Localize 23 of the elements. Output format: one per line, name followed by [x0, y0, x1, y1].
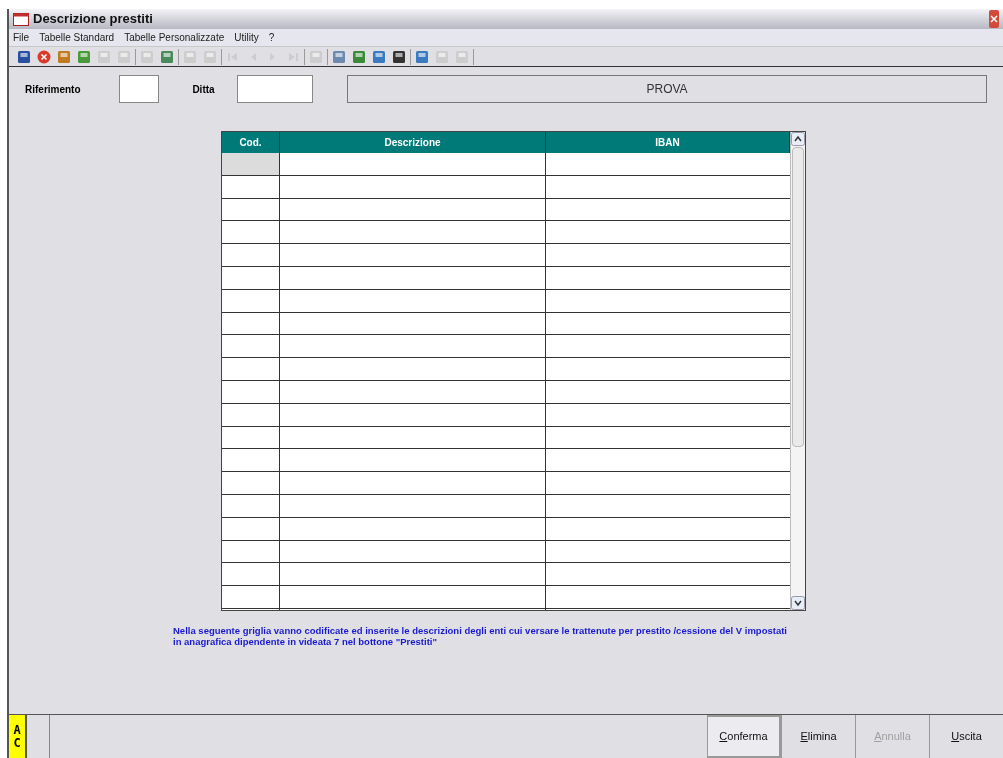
action-button[interactable]: Conferma	[707, 715, 781, 758]
menu-item[interactable]: Tabelle Standard	[39, 30, 115, 45]
close-icon[interactable]	[36, 48, 52, 65]
field-label: Riferimento	[25, 82, 82, 97]
name-display: PROVA	[347, 75, 987, 103]
field-label: Ditta	[192, 82, 216, 97]
menu-item[interactable]: File	[13, 30, 30, 45]
close-icon[interactable]	[989, 10, 999, 28]
input-field[interactable]	[119, 75, 160, 103]
note-text: Nella seguente griglia vanno codificate ed inserite le descrizioni degli enti cui versare le trattenute per prestito /cessione del V impostati	[173, 625, 788, 636]
save-icon[interactable]	[16, 48, 32, 65]
menu-item[interactable]: ?	[268, 30, 275, 45]
column-header[interactable]: Descrizione	[280, 132, 546, 153]
window-icon	[13, 12, 29, 26]
menu-item[interactable]: Tabelle Personalizzate	[124, 30, 225, 45]
scrollbar[interactable]	[790, 132, 805, 610]
input-field[interactable]	[237, 75, 314, 103]
window-title: Descrizione prestiti	[33, 10, 153, 29]
logo: A C	[9, 715, 27, 758]
scrollbar-thumb[interactable]	[792, 147, 804, 447]
table-cell[interactable]	[222, 153, 280, 175]
menu-item[interactable]: Utility	[234, 30, 259, 45]
note-text: in anagrafica dipendente in videata 7 nel bottone "Prestiti"	[173, 636, 438, 647]
